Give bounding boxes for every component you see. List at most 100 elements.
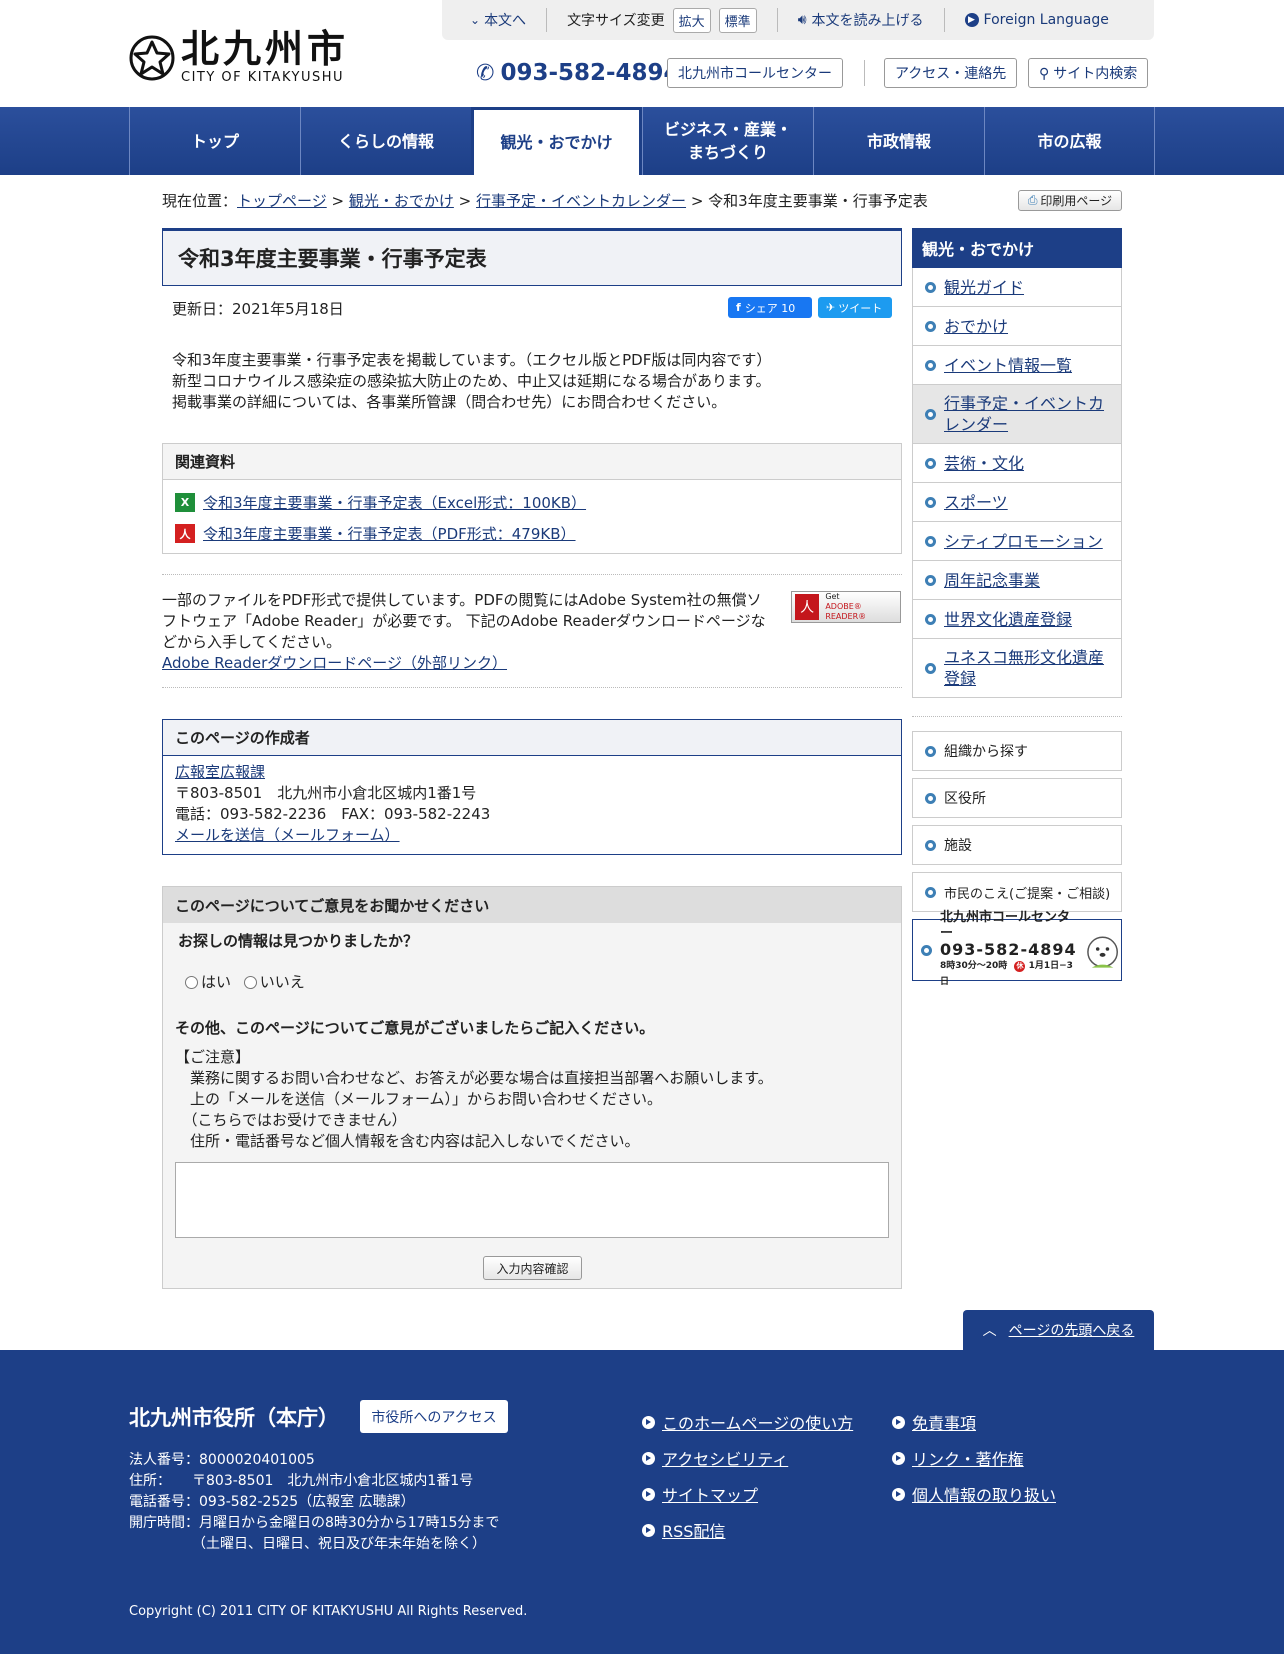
site-header: 北九州市 CITY OF KITAKYUSHU ⌄ 本文へ 文字サイズ変更 拡大… [0,0,1284,107]
bullet-icon [925,359,936,371]
sidebar-item-calendar[interactable]: 行事予定・イベントカレンダー [912,385,1122,444]
arrow-circle-icon: ▶ [964,13,979,27]
excel-download-link[interactable]: 令和3年度主要事業・行事予定表（Excel形式：100KB） [203,492,586,513]
logo-japanese: 北九州市 [181,27,350,71]
read-aloud-link[interactable]: 🔊︎ 本文を読み上げる [798,0,924,40]
foreign-language-link[interactable]: ▶ Foreign Language [964,0,1109,40]
sidebar-item-promotion[interactable]: シティプロモーション [912,522,1122,561]
sidebar-item-world-heritage[interactable]: 世界文化遺産登録 [912,600,1122,639]
nav-business[interactable]: ビジネス・産業・ まちづくり [642,107,813,175]
author-tel: 電話：093-582-2236 FAX：093-582-2243 [175,805,491,823]
page-title: 令和3年度主要事業・行事予定表 [162,228,902,286]
nav-business-label: ビジネス・産業・ まちづくり [663,120,792,162]
radio-no[interactable]: いいえ [243,973,305,991]
nav-living[interactable]: くらしの情報 [300,107,471,175]
comment-textarea[interactable] [175,1162,889,1238]
confirm-button[interactable]: 入力内容確認 [483,1256,582,1280]
chevron-up-icon: ︿ [982,1323,997,1339]
footer-link-rss[interactable]: RSS配信 [642,1518,725,1542]
arrow-circle-icon [642,1451,655,1465]
nav-city-info[interactable]: 市政情報 [813,107,984,175]
facilities-button[interactable]: 施設 [912,825,1122,865]
logo-english: CITY OF KITAKYUSHU [181,70,345,85]
updated-date: 更新日：2021年5月18日 [172,300,344,318]
bullet-icon [925,408,936,420]
footer-link-sitemap[interactable]: サイトマップ [642,1482,758,1506]
sidebar-item-guide[interactable]: 観光ガイド [912,268,1122,307]
author-address: 〒803-8501 北九州市小倉北区城内1番1号 [175,784,477,802]
facebook-share-button[interactable]: f シェア 10 [728,297,812,318]
site-search-button[interactable]: ⚲ サイト内検索 [1028,58,1149,88]
tweet-button[interactable]: ✈︎ ツイート [818,297,892,318]
phone-number: ✆ 093-582-4894 [476,60,680,86]
site-footer: 北九州市役所（本庁） 市役所へのアクセス 法人番号：8000020401005 … [0,1350,1284,1654]
nav-top[interactable]: トップ [129,107,300,175]
phone-icon: ✆ [476,60,495,86]
font-standard-button[interactable]: 標準 [718,7,757,33]
get-adobe-reader-badge[interactable]: 人 Get ADOBE® READER® [791,591,901,623]
feedback-question: お探しの情報は見つかりましたか？ [178,932,419,950]
sidebar-item-sports[interactable]: スポーツ [912,483,1122,522]
excel-icon: X [175,493,195,512]
nav-public-relations[interactable]: 市の広報 [984,107,1155,175]
footer-link-copyright[interactable]: リンク・著作権 [892,1446,1024,1470]
divider [943,8,945,32]
sidebar-item-unesco[interactable]: ユネスコ無形文化遺産登録 [912,639,1122,698]
pdf-icon: 人 [175,524,195,543]
page-author: このページの作成者 広報室広報課 〒803-8501 北九州市小倉北区城内1番1… [162,719,902,855]
print-page-button[interactable]: ⎙ 印刷用ページ [1018,190,1122,211]
bullet-icon [925,839,936,851]
call-center-button[interactable]: 北九州市コールセンター [667,58,843,88]
call-center-banner[interactable]: 北九州市コールセンター 093-582-4894 8時30分～20時 休 1月1… [912,910,1122,987]
sidebar-item-arts[interactable]: 芸術・文化 [912,444,1122,483]
bullet-icon [925,496,936,508]
city-emblem-icon [129,35,175,80]
pdf-download-link[interactable]: 令和3年度主要事業・行事予定表（PDF形式：479KB） [203,523,576,544]
skip-to-content-link[interactable]: ⌄ 本文へ [470,0,526,40]
pdf-note: 一部のファイルをPDF形式で提供しています。PDFの閲覧にはAdobe Syst… [162,591,766,672]
breadcrumb-link-tourism[interactable]: 観光・おでかけ [349,192,454,210]
sidebar-item-events[interactable]: イベント情報一覧 [912,346,1122,385]
citizen-voice-button[interactable]: 市民のこえ(ご提案・ご相談) [912,872,1122,912]
search-by-organization-button[interactable]: 組織から探す [912,731,1122,771]
arrow-circle-icon [642,1415,655,1429]
font-large-button[interactable]: 拡大 [672,7,711,33]
author-dept-link[interactable]: 広報室広報課 [175,762,889,783]
sidebar-item-anniversary[interactable]: 周年記念事業 [912,561,1122,600]
footer-title: 北九州市役所（本庁） [129,1406,339,1430]
radio-yes[interactable]: はい [185,973,231,991]
breadcrumb-link-calendar[interactable]: 行事予定・イベントカレンダー [476,192,686,210]
mail-form-link[interactable]: メールを送信（メールフォーム） [175,825,889,846]
footer-link-howto[interactable]: このホームページの使い方 [642,1410,853,1434]
footer-link-privacy[interactable]: 個人情報の取り扱い [892,1482,1056,1506]
sidebar-item-outing[interactable]: おでかけ [912,307,1122,346]
radio-button[interactable] [243,976,257,989]
breadcrumb-link-top[interactable]: トップページ [237,192,327,210]
bullet-icon [925,613,936,625]
footer-link-disclaimer[interactable]: 免責事項 [892,1410,976,1434]
related-title: 関連資料 [163,444,901,480]
feedback-notes: 【ご注意】 業務に関するお問い合わせなど、お答えが必要な場合は直接担当部署へお願… [175,1048,773,1150]
sidebar-title: 観光・おでかけ [912,228,1122,268]
intro-text: 令和3年度主要事業・行事予定表を掲載しています。（エクセル版とPDF版は同内容で… [172,351,772,411]
ward-office-button[interactable]: 区役所 [912,778,1122,818]
divider [912,716,1122,717]
bullet-icon [925,320,936,332]
bullet-icon [925,457,936,469]
search-icon: ⚲ [1039,66,1050,82]
found-radio-group: はい いいえ [185,971,305,992]
footer-link-accessibility[interactable]: アクセシビリティ [642,1446,788,1470]
arrow-circle-icon [642,1487,655,1501]
city-hall-access-button[interactable]: 市役所へのアクセス [360,1400,508,1433]
divider [162,574,902,575]
nav-tourism[interactable]: 観光・おでかけ [471,107,642,175]
breadcrumb-current: 令和3年度主要事業・行事予定表 [708,192,928,210]
divider [162,687,902,688]
radio-button[interactable] [185,976,198,989]
facebook-icon: f [736,301,741,314]
footer-info: 法人番号：8000020401005 住所： 〒803-8501 北九州市小倉北… [129,1452,500,1552]
access-contact-button[interactable]: アクセス・連絡先 [884,58,1018,88]
adobe-reader-link[interactable]: Adobe Readerダウンロードページ（外部リンク） [162,654,507,672]
back-to-top-button[interactable]: ︿ ページの先頭へ戻る [963,1310,1154,1350]
site-logo[interactable]: 北九州市 CITY OF KITAKYUSHU [129,30,349,85]
